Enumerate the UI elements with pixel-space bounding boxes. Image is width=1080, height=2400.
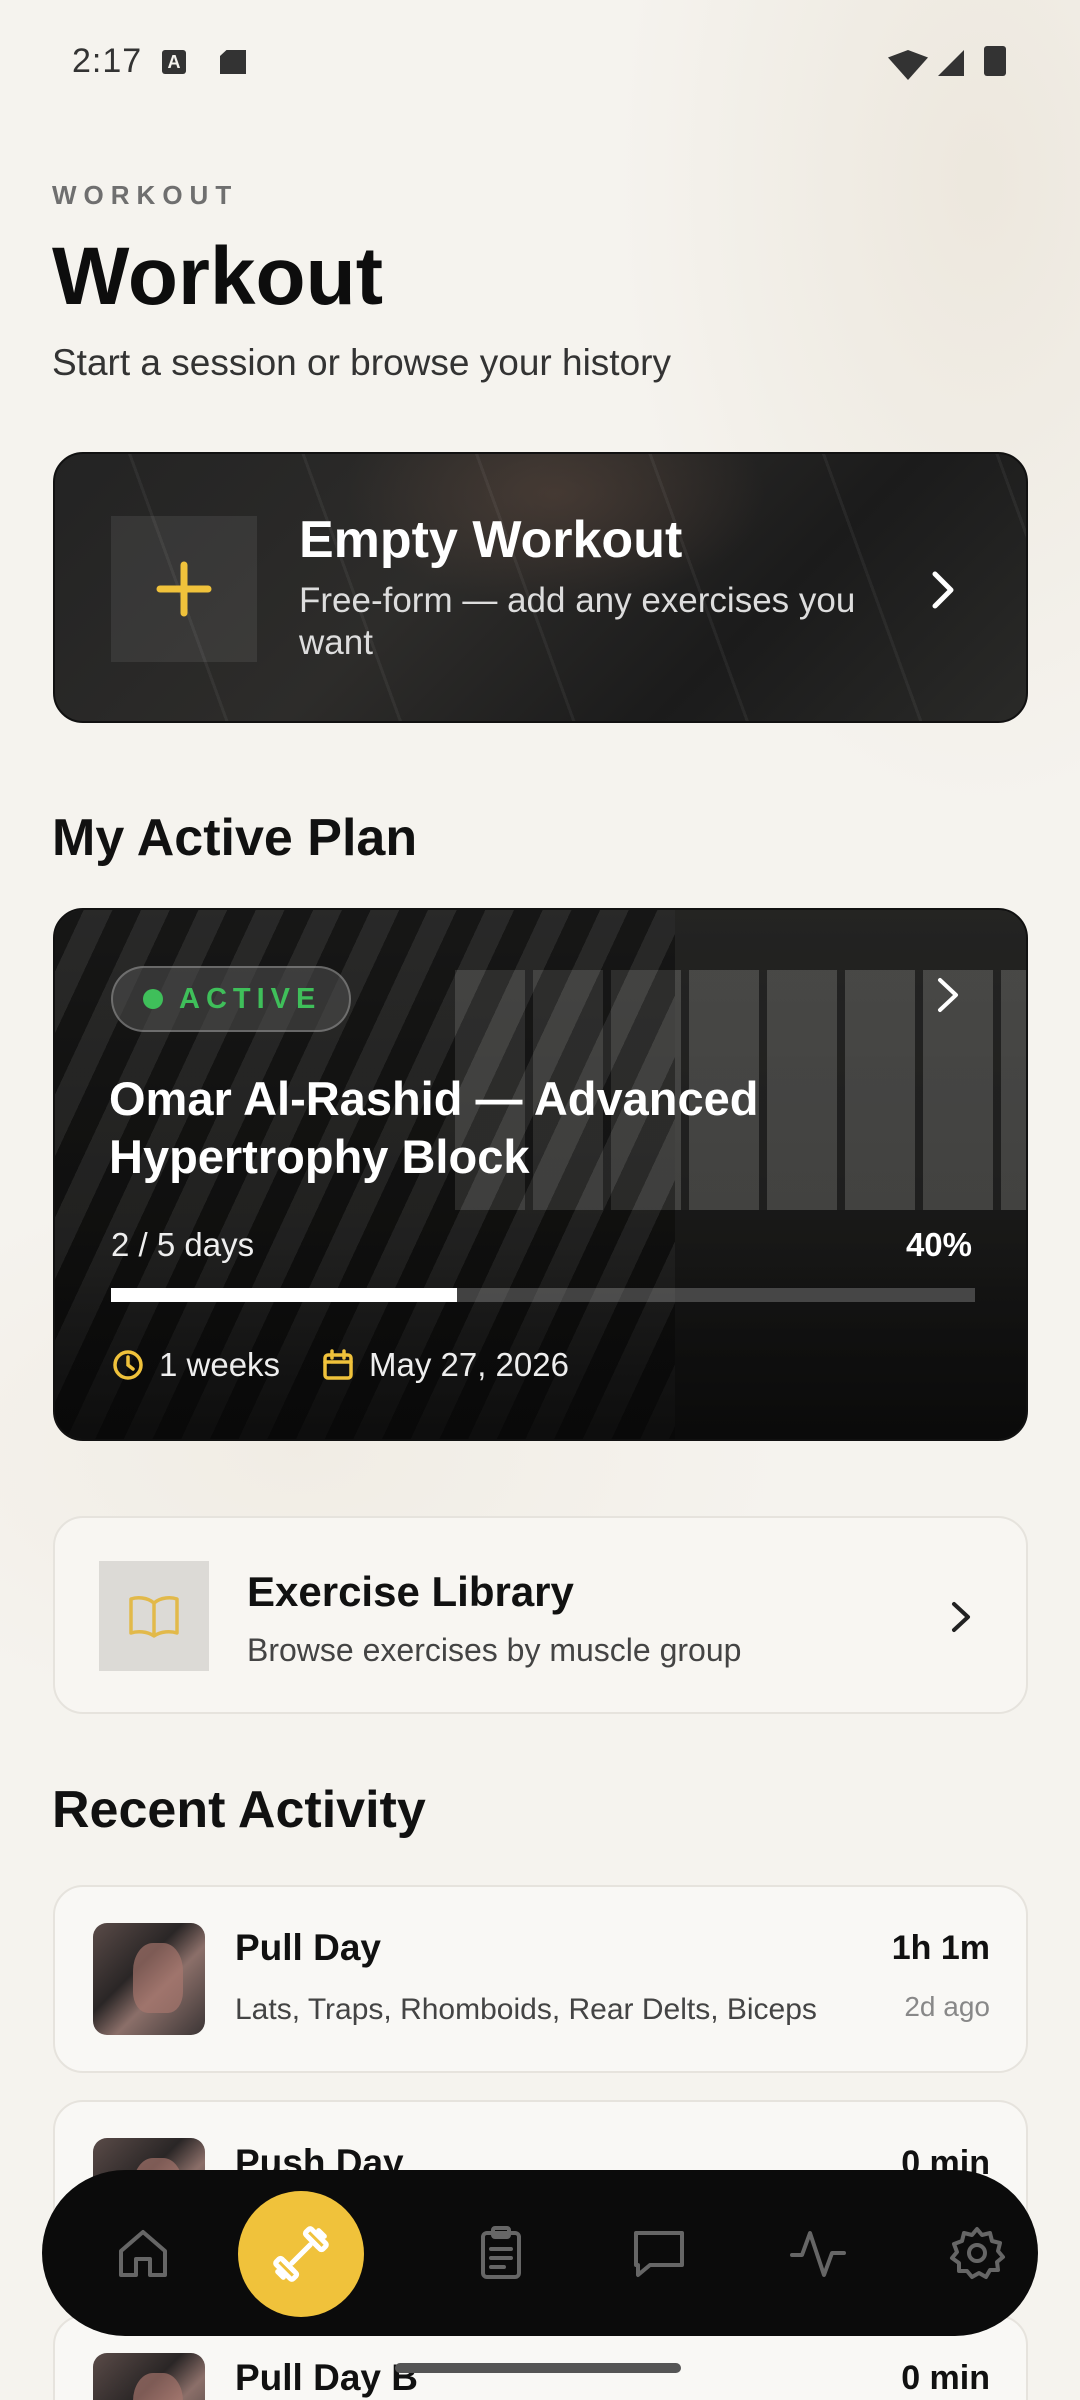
dumbbell-icon — [273, 2226, 329, 2282]
activity-muscles: Lats, Traps, Rhomboids, Rear Delts, Bice… — [235, 1993, 817, 2026]
keyboard-a-icon: A — [162, 50, 186, 74]
status-badge-label: ACTIVE — [179, 982, 322, 1015]
bottom-navigation — [42, 2170, 1038, 2336]
plan-duration: 1 weeks — [111, 1346, 280, 1384]
chevron-right-icon — [938, 978, 958, 1012]
exercise-library-card[interactable]: Exercise Library Browse exercises by mus… — [53, 1516, 1028, 1714]
clock-icon — [113, 1350, 143, 1380]
empty-workout-title: Empty Workout — [299, 511, 683, 569]
active-dot-icon — [143, 989, 163, 1009]
activity-title: Pull Day B — [235, 2357, 418, 2398]
clipboard-icon — [481, 2226, 521, 2279]
activity-item[interactable]: Pull Day Lats, Traps, Rhomboids, Rear De… — [53, 1885, 1028, 2073]
library-title: Exercise Library — [247, 1568, 574, 1615]
plan-progress-fill — [111, 1288, 457, 1302]
activity-thumbnail — [93, 2353, 205, 2400]
calendar-icon — [323, 1349, 353, 1380]
plan-progress-bar — [111, 1288, 975, 1302]
activity-duration: 1h 1m — [891, 1929, 990, 1967]
battery-icon — [984, 46, 1006, 76]
page-title: Workout — [52, 231, 384, 322]
nav-settings[interactable] — [937, 2213, 1017, 2293]
empty-workout-description: Free-form — add any exercises you want — [299, 581, 856, 662]
active-plan-heading: My Active Plan — [52, 809, 418, 867]
plan-date-text: May 27, 2026 — [369, 1346, 569, 1383]
wifi-icon — [888, 50, 928, 80]
home-indicator[interactable] — [395, 2363, 681, 2373]
page-eyebrow: WORKOUT — [52, 180, 239, 210]
empty-workout-card[interactable]: Empty Workout Free-form — add any exerci… — [53, 452, 1028, 723]
sd-card-icon — [220, 50, 246, 74]
status-time: 2:17 — [72, 42, 143, 80]
library-icon-box — [99, 1561, 209, 1671]
chevron-right-icon — [932, 571, 954, 609]
plan-duration-text: 1 weeks — [159, 1346, 281, 1383]
status-bar: 2:17 A — [0, 0, 1080, 120]
signal-icon — [938, 50, 964, 76]
home-icon — [119, 2230, 167, 2277]
nav-plans[interactable] — [461, 2213, 541, 2293]
activity-title: Pull Day — [235, 1927, 381, 1968]
activity-icon — [790, 2231, 846, 2277]
page-subtitle: Start a session or browse your history — [52, 342, 671, 383]
status-badge: ACTIVE — [111, 966, 352, 1032]
plan-days-progress: 2 / 5 days — [111, 1226, 255, 1263]
plan-date: May 27, 2026 — [321, 1346, 569, 1384]
nav-messages[interactable] — [619, 2213, 699, 2293]
activity-thumbnail — [93, 1923, 205, 2035]
chat-icon — [634, 2231, 684, 2277]
active-plan-card[interactable]: ACTIVE Omar Al-Rashid — Advanced Hypertr… — [53, 908, 1028, 1441]
plus-icon-box — [111, 516, 257, 662]
plus-icon — [156, 561, 212, 617]
nav-home[interactable] — [103, 2213, 183, 2293]
activity-time-ago: 2d ago — [904, 1991, 990, 2022]
nav-workout[interactable] — [238, 2191, 364, 2317]
activity-duration: 0 min — [901, 2359, 990, 2397]
plan-percent: 40% — [905, 1226, 972, 1263]
chevron-right-icon — [952, 1602, 970, 1632]
library-description: Browse exercises by muscle group — [247, 1632, 742, 1668]
book-icon — [129, 1596, 179, 1638]
recent-activity-heading: Recent Activity — [52, 1781, 426, 1839]
settings-icon — [950, 2227, 1005, 2279]
plan-title: Omar Al-Rashid — Advanced Hypertrophy Bl… — [109, 1072, 759, 1183]
nav-activity[interactable] — [778, 2213, 858, 2293]
